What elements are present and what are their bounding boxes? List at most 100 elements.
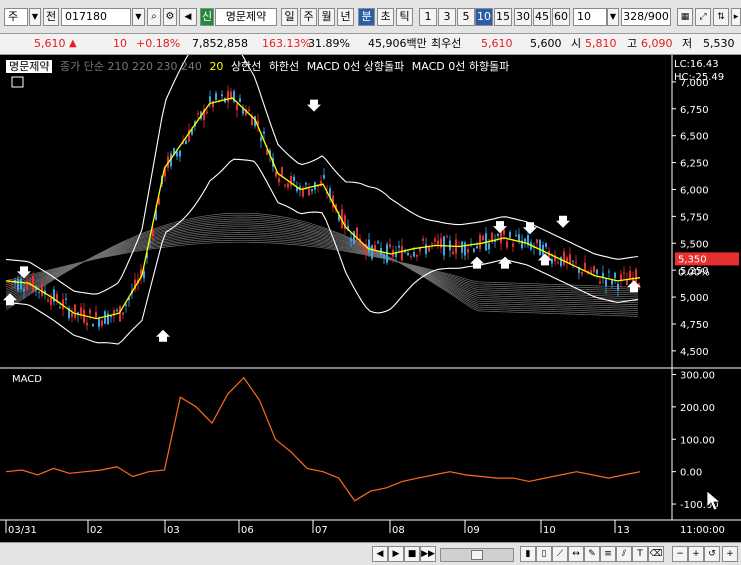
- chart-canvas[interactable]: 7,0006,7506,5006,2506,0005,7505,5005,250…: [0, 55, 741, 542]
- macd-tick-label: 300.00: [680, 370, 715, 381]
- candle-tool-icon[interactable]: ▯: [536, 546, 552, 562]
- period-button-0[interactable]: 일: [281, 8, 298, 26]
- period-button-3[interactable]: 년: [337, 8, 354, 26]
- erase-icon[interactable]: ⌫: [648, 546, 664, 562]
- add-icon[interactable]: +: [722, 546, 738, 562]
- zoom-icon[interactable]: ⤢: [695, 8, 711, 26]
- interval-button-15[interactable]: 15: [494, 8, 512, 26]
- market-dropdown-arrow-icon[interactable]: ▼: [29, 8, 41, 26]
- candle-body: [560, 256, 562, 266]
- fast-forward-icon[interactable]: ▶▶: [420, 546, 436, 562]
- scroll-slider-thumb[interactable]: [471, 550, 483, 560]
- macd-up-cross-arrow-icon: [470, 256, 484, 269]
- channel-icon[interactable]: ⫽: [616, 546, 632, 562]
- grid-icon[interactable]: ▦: [677, 8, 693, 26]
- stock-code-input[interactable]: 017180: [61, 8, 131, 26]
- candle-body: [467, 249, 469, 253]
- candle-body: [407, 252, 409, 256]
- candle-body: [593, 266, 595, 272]
- date-tick-label: 08: [392, 525, 405, 536]
- candle-body: [611, 280, 613, 285]
- date-tick-label: 03/31: [8, 525, 37, 536]
- interval-button-3[interactable]: 3: [438, 8, 456, 26]
- speaker-icon[interactable]: ◀: [179, 8, 197, 26]
- price-tick-label: 6,500: [680, 132, 709, 143]
- macd-tick-label: 100.00: [680, 435, 715, 446]
- candle-body: [290, 175, 292, 186]
- macd-up-cross-arrow-icon: [627, 280, 641, 293]
- candle-body: [518, 234, 520, 242]
- legend-macd-up-cross[interactable]: MACD 0선 상향돌파: [307, 60, 405, 73]
- interval-button-10[interactable]: 10: [475, 8, 493, 26]
- compare-icon[interactable]: ⇅: [713, 8, 729, 26]
- zoom-minus-icon[interactable]: −: [672, 546, 688, 562]
- legend-bb-lower[interactable]: 하한선: [269, 60, 299, 73]
- date-tick-label: 09: [467, 525, 480, 536]
- candle-body: [281, 167, 283, 176]
- market-select[interactable]: 주: [4, 8, 28, 26]
- macd-up-cross-arrow-icon: [498, 256, 512, 269]
- candle-body: [374, 245, 376, 250]
- date-tick-label: 07: [315, 525, 328, 536]
- legend-bb-upper[interactable]: 상한선: [231, 60, 261, 73]
- candle-body: [422, 238, 424, 241]
- code-dropdown-arrow-icon[interactable]: ▼: [132, 8, 145, 26]
- settings-icon[interactable]: ⚙: [163, 8, 177, 26]
- data-count-field[interactable]: 328/900: [621, 8, 671, 26]
- candle-body: [143, 271, 145, 279]
- candle-body: [557, 262, 559, 264]
- candle-body: [287, 183, 289, 188]
- best-bid: 5,600: [530, 37, 562, 50]
- interval-button-1[interactable]: 1: [419, 8, 437, 26]
- bar-tool-icon[interactable]: ▮: [520, 546, 536, 562]
- period-button-4[interactable]: 분: [358, 8, 375, 26]
- candle-body: [608, 271, 610, 273]
- legend-moving-average[interactable]: 종가 단순 210 220 230 240: [60, 60, 202, 73]
- price-chart-area[interactable]: 7,000 6,750 6,500 6,250 6,000 5,750 5,500 5,250…: [0, 55, 741, 542]
- candle-body: [614, 272, 616, 279]
- candle-body: [98, 318, 100, 327]
- scroll-left-icon[interactable]: ◀: [372, 546, 388, 562]
- period-button-2[interactable]: 월: [318, 8, 335, 26]
- candle-body: [626, 279, 628, 285]
- draw-tool-icon[interactable]: ✎: [584, 546, 600, 562]
- line-tool-icon[interactable]: ⟋: [552, 546, 568, 562]
- period-button-1[interactable]: 주: [300, 8, 317, 26]
- legend-stock-name[interactable]: 명문제약: [6, 60, 53, 73]
- period-button-5[interactable]: 초: [377, 8, 394, 26]
- interval-button-60[interactable]: 60: [552, 8, 570, 26]
- legend-ma-20[interactable]: 20: [209, 60, 223, 73]
- scroll-slider[interactable]: [440, 548, 514, 562]
- interval-button-5[interactable]: 5: [457, 8, 475, 26]
- stop-icon[interactable]: ■: [404, 546, 420, 562]
- search-icon[interactable]: ⌕: [147, 8, 161, 26]
- prev-button[interactable]: 전: [43, 8, 59, 26]
- reset-icon[interactable]: ↺: [704, 546, 720, 562]
- best-ask: 5,610: [481, 37, 513, 50]
- candle-body: [539, 239, 541, 256]
- interval-select[interactable]: 10: [573, 8, 607, 26]
- legend-macd-down-cross[interactable]: MACD 0선 하향돌파: [412, 60, 510, 73]
- interval-button-45[interactable]: 45: [533, 8, 551, 26]
- measure-tool-icon[interactable]: ↔: [568, 546, 584, 562]
- more-icon[interactable]: ▸: [731, 8, 741, 26]
- candle-body: [584, 262, 586, 271]
- candle-body: [110, 315, 112, 318]
- interval-dropdown-arrow-icon[interactable]: ▼: [607, 8, 619, 26]
- zoom-plus-icon[interactable]: +: [688, 546, 704, 562]
- period-button-6[interactable]: 틱: [396, 8, 413, 26]
- fibonacci-icon[interactable]: ≡: [600, 546, 616, 562]
- candle-body: [260, 137, 262, 141]
- play-icon[interactable]: ▶: [388, 546, 404, 562]
- low-price: 5,530: [703, 37, 735, 50]
- high-label: 고: [627, 37, 638, 50]
- candle-body: [428, 246, 430, 252]
- candle-body: [26, 283, 28, 291]
- macd-down-cross-arrow-icon: [523, 222, 537, 235]
- interval-button-30[interactable]: 30: [514, 8, 532, 26]
- macd-panel-label: MACD: [12, 374, 42, 385]
- candle-body: [305, 182, 307, 185]
- candle-body: [92, 323, 94, 327]
- date-tick-label: 10: [543, 525, 556, 536]
- text-tool-icon[interactable]: T: [632, 546, 648, 562]
